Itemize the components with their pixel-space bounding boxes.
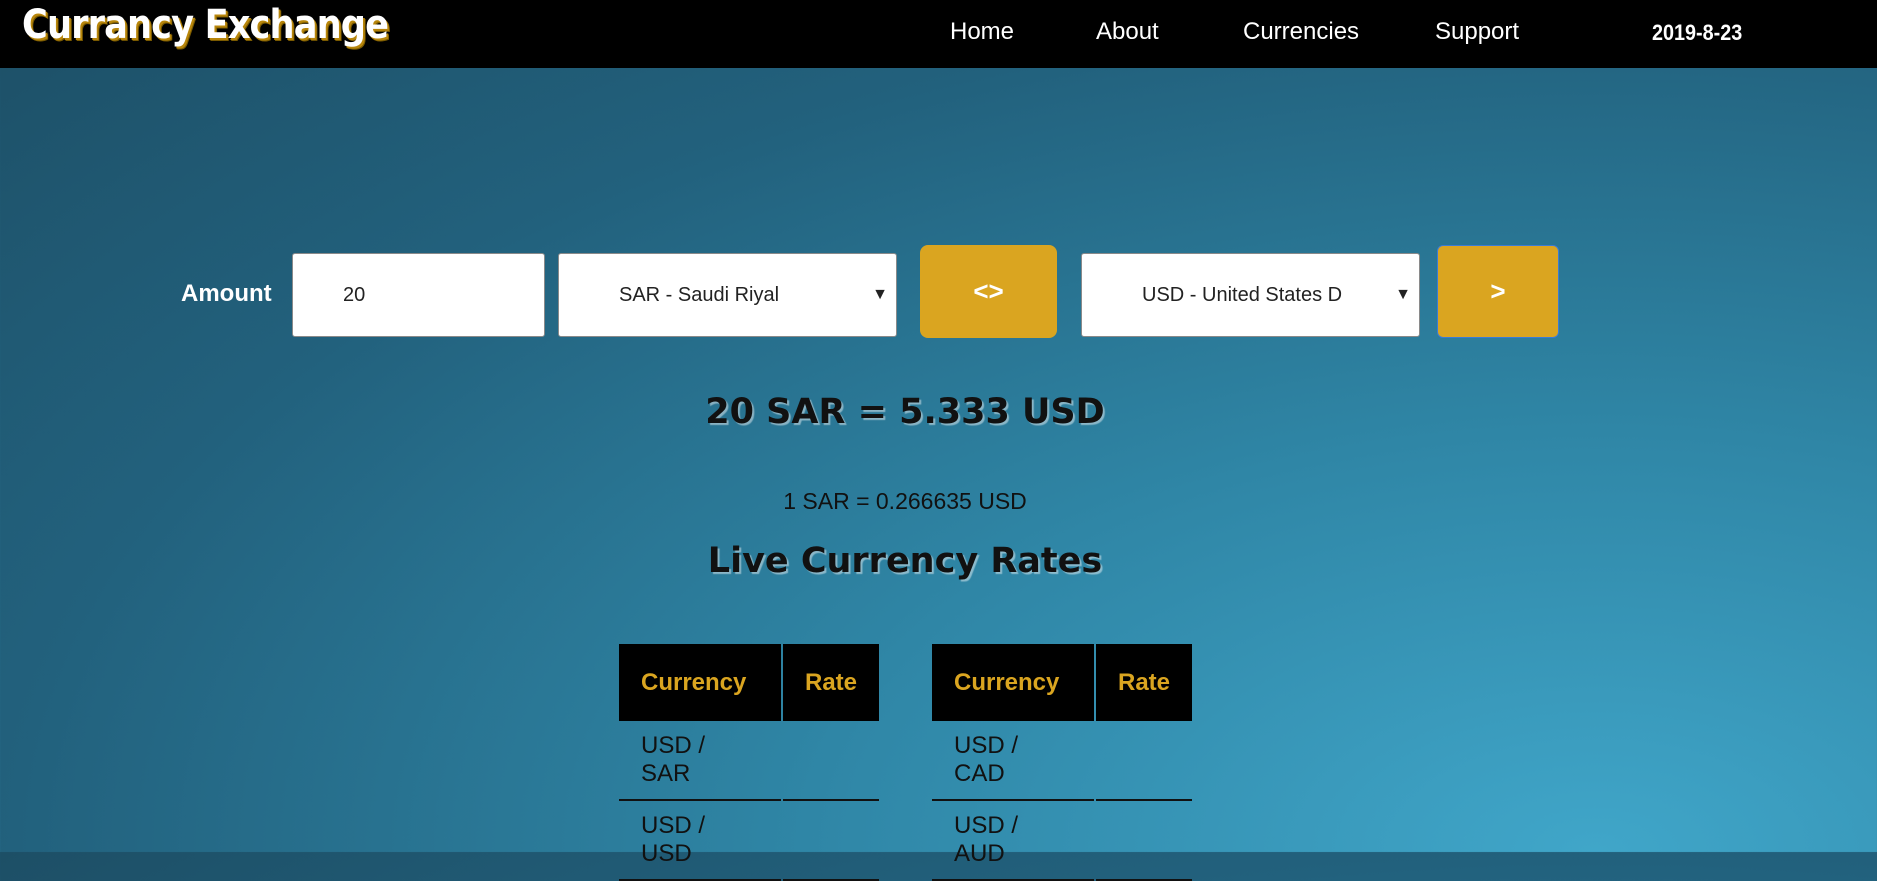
currency-cell: USD / CAD — [932, 721, 1094, 801]
caret-down-icon: ▼ — [872, 286, 888, 303]
rates-table-left: Currency Rate USD / SAR USD / USD — [617, 644, 881, 881]
caret-down-icon: ▼ — [1395, 286, 1411, 303]
table-row: USD / AUD — [932, 801, 1193, 881]
nav-currencies[interactable]: Currencies — [1243, 18, 1359, 46]
rates-title: Live Currency Rates — [707, 541, 1103, 581]
table-row: USD / SAR — [619, 721, 880, 801]
table-row: USD / CAD — [932, 721, 1193, 801]
rate-cell — [1096, 801, 1193, 881]
unit-rate: 1 SAR = 0.266635 USD — [783, 488, 1027, 514]
from-currency-select[interactable]: SAR - Saudi Riyal ▼ — [558, 253, 897, 337]
current-date: 2019-8-23 — [1652, 20, 1743, 45]
convert-button[interactable]: > — [1437, 245, 1559, 338]
amount-input[interactable]: 20 — [292, 253, 545, 337]
col-header-rate: Rate — [1096, 644, 1193, 721]
from-currency-value: SAR - Saudi Riyal — [619, 284, 780, 306]
swap-currencies-button[interactable]: <> — [920, 245, 1057, 338]
currency-cell: USD / AUD — [932, 801, 1094, 881]
col-header-rate: Rate — [783, 644, 880, 721]
nav-about[interactable]: About — [1096, 18, 1159, 46]
col-header-currency: Currency — [932, 644, 1094, 721]
nav-support[interactable]: Support — [1435, 18, 1519, 46]
nav-home[interactable]: Home — [950, 18, 1014, 46]
to-currency-value: USD - United States D — [1142, 284, 1343, 306]
rates-table-right: Currency Rate USD / CAD USD / AUD — [930, 644, 1194, 881]
rate-cell — [1096, 721, 1193, 801]
col-header-currency: Currency — [619, 644, 781, 721]
rate-cell — [783, 801, 880, 881]
currency-cell: USD / SAR — [619, 721, 781, 801]
top-navbar: Currancy Exchange Home About Currencies … — [0, 0, 1877, 68]
conversion-result: 20 SAR = 5.333 USD — [705, 392, 1105, 432]
currency-cell: USD / USD — [619, 801, 781, 881]
to-currency-select[interactable]: USD - United States D ▼ — [1081, 253, 1420, 337]
brand-logo[interactable]: Currancy Exchange — [22, 2, 389, 48]
amount-label: Amount — [181, 280, 272, 307]
rate-cell — [783, 721, 880, 801]
table-row: USD / USD — [619, 801, 880, 881]
